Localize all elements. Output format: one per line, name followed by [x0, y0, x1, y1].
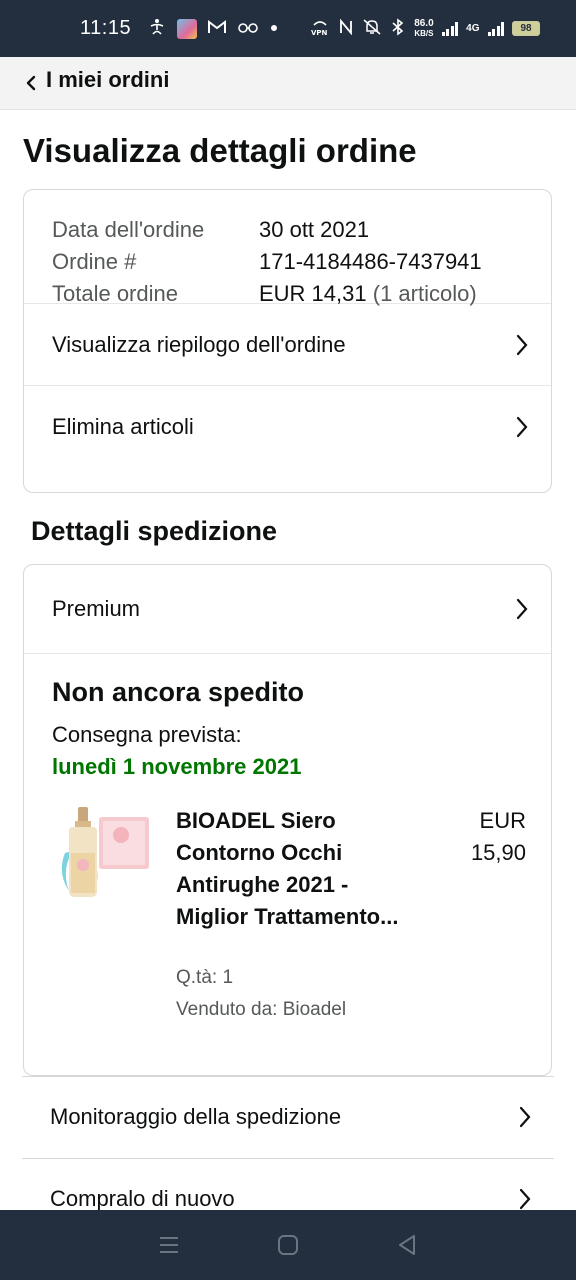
product-title-link[interactable]: BIOADEL Siero Contorno Occhi Antirughe 2… [176, 805, 406, 933]
shipment-card: Premium Non ancora spedito Consegna prev… [23, 564, 552, 1076]
product-price-value: 15,90 [470, 840, 526, 865]
order-total-row: Totale ordine EUR 14,31 (1 articolo) [52, 278, 551, 310]
system-icons: VPN 86.0 KB/S 4G 98 [310, 18, 540, 39]
product-seller: Venduto da: Bioadel [176, 999, 347, 1020]
signal-4g-icon [487, 21, 504, 36]
recent-apps-icon[interactable] [154, 1230, 184, 1260]
shipping-method-link[interactable]: Premium [24, 565, 551, 654]
status-bar: 11:15 VPN 86.0 KB/S 4G 98 [0, 0, 576, 57]
network-speed: 86.0 KB/S [414, 17, 434, 39]
chevron-right-icon [516, 334, 528, 355]
order-number-value: 171-4184486-7437941 [259, 249, 482, 274]
dot-icon [269, 21, 279, 36]
chevron-right-icon [519, 1188, 531, 1210]
back-link-my-orders[interactable]: I miei ordini [46, 67, 169, 93]
order-total-label: Totale ordine [52, 281, 178, 306]
shipping-method-label: Premium [52, 596, 141, 621]
delivery-label: Consegna prevista: [52, 722, 242, 747]
order-summary-card: Data dell'ordine 30 ott 2021 Ordine # 17… [23, 189, 552, 493]
bluetooth-icon [390, 18, 406, 39]
product-image[interactable] [51, 803, 156, 907]
product-price-currency: EUR [479, 808, 526, 833]
shipment-status: Non ancora spedito [52, 677, 305, 707]
chevron-right-icon [519, 1106, 531, 1128]
system-navigation-bar [0, 1210, 576, 1280]
back-chevron-icon[interactable] [14, 75, 48, 91]
chevron-right-icon [516, 416, 528, 438]
track-shipment-link[interactable]: Monitoraggio della spedizione [22, 1076, 554, 1157]
network-type: 4G [466, 22, 480, 34]
order-total-amount: EUR 14,31 [259, 281, 367, 306]
view-order-summary-link[interactable]: Visualizza riepilogo dell'ordine [24, 304, 551, 386]
track-shipment-label: Monitoraggio della spedizione [50, 1104, 342, 1129]
shipping-details-heading: Dettagli spedizione [31, 516, 278, 546]
order-date-value: 30 ott 2021 [259, 217, 370, 242]
order-date-row: Data dell'ordine 30 ott 2021 [52, 214, 551, 246]
photo-notification-icon [177, 18, 198, 39]
order-info: Data dell'ordine 30 ott 2021 Ordine # 17… [24, 190, 551, 306]
order-number-row: Ordine # 171-4184486-7437941 [52, 246, 551, 278]
battery-icon: 98 [512, 21, 540, 36]
order-total-value: EUR 14,31 (1 articolo) [259, 278, 477, 310]
speed-unit: KB/S [414, 28, 434, 38]
delivery-date: lunedì 1 novembre 2021 [52, 754, 302, 779]
chevron-right-icon [516, 598, 528, 620]
notification-icons [147, 17, 279, 40]
back-icon[interactable] [392, 1230, 422, 1260]
order-number-label: Ordine # [52, 249, 137, 274]
order-total-items: (1 articolo) [372, 281, 477, 306]
delete-items-label: Elimina articoli [52, 414, 194, 439]
glasses-icon [237, 20, 259, 37]
status-time: 11:15 [80, 17, 132, 39]
product-quantity: Q.tà: 1 [176, 967, 234, 988]
gmail-icon [207, 19, 227, 38]
svg-text:VPN: VPN [311, 29, 328, 36]
page-title: Visualizza dettagli ordine [23, 132, 417, 169]
order-date-label: Data dell'ordine [52, 217, 205, 242]
speed-value: 86.0 [414, 17, 434, 29]
nfc-icon [338, 18, 354, 38]
buy-again-label: Compralo di nuovo [50, 1186, 235, 1211]
top-nav: I miei ordini [0, 57, 576, 110]
product-price: EUR 15,90 [456, 805, 526, 869]
signal-icon [441, 21, 459, 36]
view-order-summary-label: Visualizza riepilogo dell'ordine [52, 331, 346, 357]
mute-icon [362, 18, 382, 39]
home-icon[interactable] [273, 1230, 303, 1260]
delete-items-link[interactable]: Elimina articoli [24, 386, 551, 468]
accessibility-icon [147, 17, 167, 40]
vpn-icon: VPN [310, 18, 330, 39]
